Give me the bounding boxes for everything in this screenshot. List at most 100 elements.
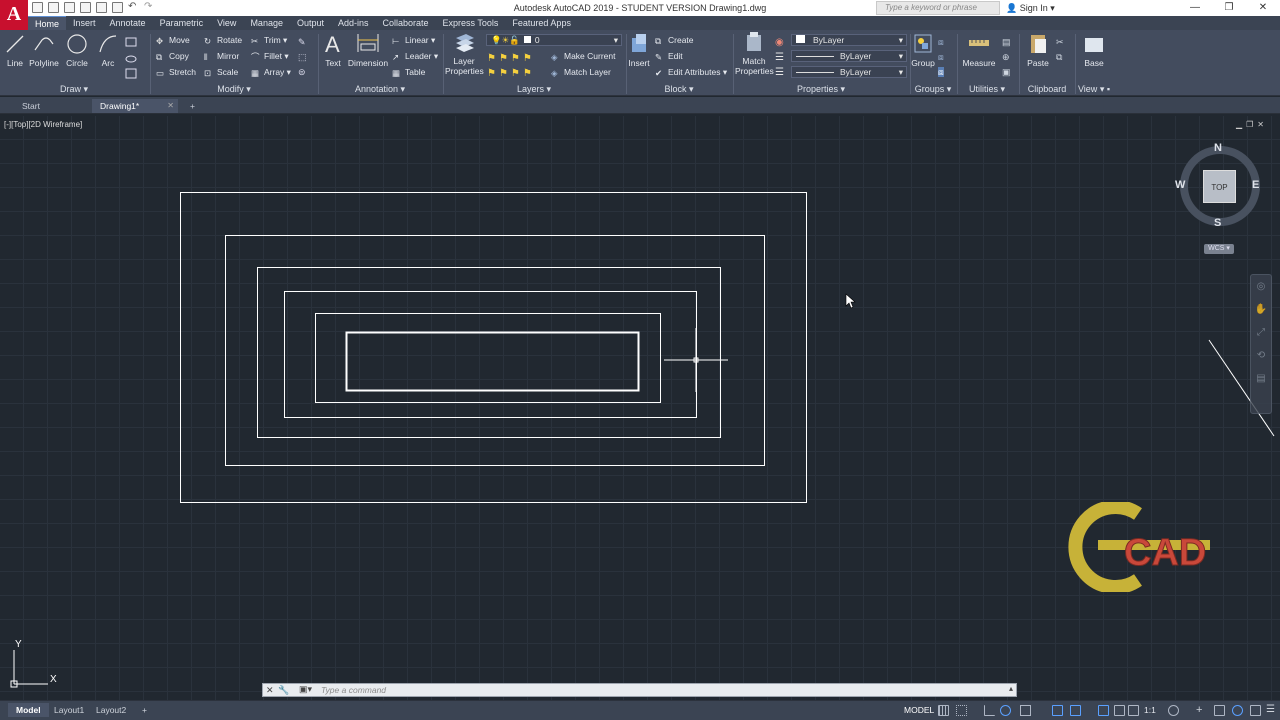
close-icon[interactable]: ✕ bbox=[1246, 0, 1280, 16]
orbit-icon[interactable]: ⟲ bbox=[1257, 350, 1265, 361]
hardware-acceleration-icon[interactable] bbox=[1232, 705, 1243, 716]
annotation-visibility-icon[interactable] bbox=[1098, 705, 1109, 716]
utilities-panel-title[interactable]: Utilities ▾ bbox=[957, 83, 1017, 96]
trim-button[interactable]: ✂ Trim ▾ bbox=[251, 35, 287, 46]
new-tab-button[interactable]: + bbox=[182, 99, 202, 113]
stretch-button[interactable]: ▭ Stretch bbox=[156, 67, 196, 78]
tab-featured-apps[interactable]: Featured Apps bbox=[505, 16, 578, 30]
tab-layout1[interactable]: Layout1 bbox=[46, 703, 92, 717]
edit-block-button[interactable]: ✎ Edit bbox=[655, 51, 683, 62]
annotation-panel-title[interactable]: Annotation ▾ bbox=[318, 83, 442, 96]
isolate-objects-icon[interactable] bbox=[1214, 705, 1225, 716]
text-button[interactable]: A Text bbox=[322, 30, 344, 68]
paste-button[interactable]: Paste bbox=[1025, 30, 1051, 68]
tab-express-tools[interactable]: Express Tools bbox=[436, 16, 506, 30]
draw-extra-tools[interactable] bbox=[124, 35, 144, 83]
rectangle-5[interactable] bbox=[315, 313, 661, 403]
match-layer-button[interactable]: ◈ Match Layer bbox=[551, 67, 611, 78]
minimize-icon[interactable]: — bbox=[1178, 0, 1212, 16]
clean-screen-icon[interactable] bbox=[1250, 705, 1261, 716]
model-space-toggle[interactable]: MODEL bbox=[904, 705, 934, 715]
dimension-button[interactable]: Dimension bbox=[347, 30, 389, 68]
object-snap-icon[interactable] bbox=[1070, 705, 1081, 716]
arc-button[interactable]: Arc bbox=[96, 30, 120, 68]
doc-tab-drawing[interactable]: Drawing1* ✕ bbox=[92, 99, 178, 113]
rectangle-3[interactable] bbox=[257, 267, 721, 438]
gear-icon[interactable] bbox=[1168, 705, 1179, 716]
drawing-canvas[interactable]: [-][Top][2D Wireframe] ▁❐✕ Y X TOP N S E… bbox=[0, 116, 1280, 700]
pan-icon[interactable]: ✋ bbox=[1255, 304, 1267, 315]
view-panel-title[interactable]: View ▾ ▪ bbox=[1075, 83, 1113, 96]
rotate-button[interactable]: ↻ Rotate bbox=[204, 35, 242, 46]
edit-attributes-button[interactable]: ✔ Edit Attributes ▾ bbox=[655, 67, 727, 78]
color-dropdown[interactable]: ByLayer ▾ bbox=[791, 34, 907, 46]
groups-panel-title[interactable]: Groups ▾ bbox=[910, 83, 956, 96]
tab-layout2[interactable]: Layout2 bbox=[88, 703, 134, 717]
insert-button[interactable]: Insert bbox=[628, 30, 650, 68]
tab-annotate[interactable]: Annotate bbox=[103, 16, 153, 30]
plus-annotate-icon[interactable]: + bbox=[1196, 705, 1207, 716]
lineweight-dropdown[interactable]: ByLayer ▾ bbox=[791, 66, 907, 78]
measure-button[interactable]: Measure bbox=[962, 30, 996, 68]
tab-output[interactable]: Output bbox=[290, 16, 331, 30]
tab-collaborate[interactable]: Collaborate bbox=[376, 16, 436, 30]
polyline-button[interactable]: Polyline bbox=[28, 30, 60, 68]
tab-insert[interactable]: Insert bbox=[66, 16, 103, 30]
tab-model[interactable]: Model bbox=[8, 703, 49, 717]
mirror-button[interactable]: ⫴ Mirror bbox=[204, 51, 239, 62]
make-current-button[interactable]: ◈ Make Current bbox=[551, 51, 616, 62]
utilities-extra-tools[interactable]: ▤ ⊕ ▣ bbox=[1002, 35, 1016, 81]
object-snap-tracking-icon[interactable] bbox=[1052, 705, 1063, 716]
group-button[interactable]: Group bbox=[911, 30, 935, 68]
isodraft-icon[interactable] bbox=[1020, 705, 1031, 716]
move-button[interactable]: ✥ Move bbox=[156, 35, 190, 46]
rectangle-6[interactable] bbox=[345, 331, 640, 392]
wcs-menu[interactable]: WCS ▾ bbox=[1204, 244, 1234, 254]
tab-home[interactable]: Home bbox=[28, 16, 67, 30]
grid-icon[interactable] bbox=[938, 705, 949, 716]
modify-panel-title[interactable]: Modify ▾ bbox=[150, 83, 318, 96]
circle-button[interactable]: Circle bbox=[64, 30, 90, 68]
create-block-button[interactable]: ⧉ Create bbox=[655, 35, 694, 46]
tab-manage[interactable]: Manage bbox=[243, 16, 290, 30]
command-input[interactable]: Type a command bbox=[321, 685, 386, 695]
scale-button[interactable]: ⊡ Scale bbox=[204, 67, 238, 78]
copy-button[interactable]: ⧉ Copy bbox=[156, 51, 189, 62]
zoom-extents-icon[interactable]: ⤢ bbox=[1257, 327, 1265, 338]
layer-tools-icons[interactable]: ⚑⚑⚑⚑ ⚑⚑⚑⚑ bbox=[487, 51, 547, 81]
properties-panel-title[interactable]: Properties ▾ bbox=[733, 83, 909, 96]
tab-add-ins[interactable]: Add-ins bbox=[331, 16, 376, 30]
group-extra-tools[interactable]: ⧈ ⧈ ⧈ bbox=[938, 35, 952, 81]
leader-button[interactable]: ↗ Leader ▾ bbox=[392, 51, 438, 62]
rectangle-1[interactable] bbox=[180, 192, 807, 503]
tab-view[interactable]: View bbox=[210, 16, 243, 30]
showmotion-icon[interactable]: ▤ bbox=[1256, 373, 1265, 384]
command-line[interactable]: ✕ 🔧 ▣▾ Type a command ▴ bbox=[262, 683, 1017, 697]
annotation-scale-value[interactable]: 1:1 bbox=[1144, 705, 1156, 715]
command-history-icon[interactable]: ▴ bbox=[1009, 684, 1013, 693]
close-tab-icon[interactable]: ✕ bbox=[167, 99, 174, 113]
viewcube-east[interactable]: E bbox=[1252, 179, 1259, 191]
restore-icon[interactable]: ❐ bbox=[1212, 0, 1246, 16]
layer-properties-button[interactable]: Layer Properties bbox=[445, 30, 484, 76]
rectangle-2[interactable] bbox=[225, 235, 765, 466]
tab-parametric[interactable]: Parametric bbox=[153, 16, 211, 30]
match-properties-button[interactable]: Match Properties bbox=[735, 30, 774, 76]
navigation-bar[interactable]: ◎ ✋ ⤢ ⟲ ▤ bbox=[1250, 274, 1272, 414]
customization-menu-icon[interactable]: ☰ bbox=[1266, 705, 1277, 716]
linear-button[interactable]: ⊢ Linear ▾ bbox=[392, 35, 435, 46]
layer-dropdown[interactable]: 💡☀🔓 0 ▾ bbox=[486, 34, 622, 46]
steering-wheel-icon[interactable]: ◎ bbox=[1257, 281, 1266, 292]
fillet-button[interactable]: ⌒ Fillet ▾ bbox=[251, 51, 289, 62]
viewcube-west[interactable]: W bbox=[1175, 179, 1185, 191]
base-button[interactable]: Base bbox=[1080, 30, 1108, 68]
sign-in-button[interactable]: 👤 Sign In ▾ bbox=[1006, 3, 1055, 14]
viewcube-south[interactable]: S bbox=[1214, 217, 1221, 229]
command-customize-icon[interactable]: 🔧 bbox=[278, 685, 289, 696]
snap-icon[interactable] bbox=[956, 705, 967, 716]
viewcube-north[interactable]: N bbox=[1214, 142, 1222, 154]
search-input[interactable]: Type a keyword or phrase bbox=[876, 1, 1000, 15]
doc-tab-start[interactable]: Start bbox=[14, 99, 84, 113]
ortho-icon[interactable] bbox=[984, 705, 995, 716]
linetype-dropdown[interactable]: ByLayer ▾ bbox=[791, 50, 907, 62]
